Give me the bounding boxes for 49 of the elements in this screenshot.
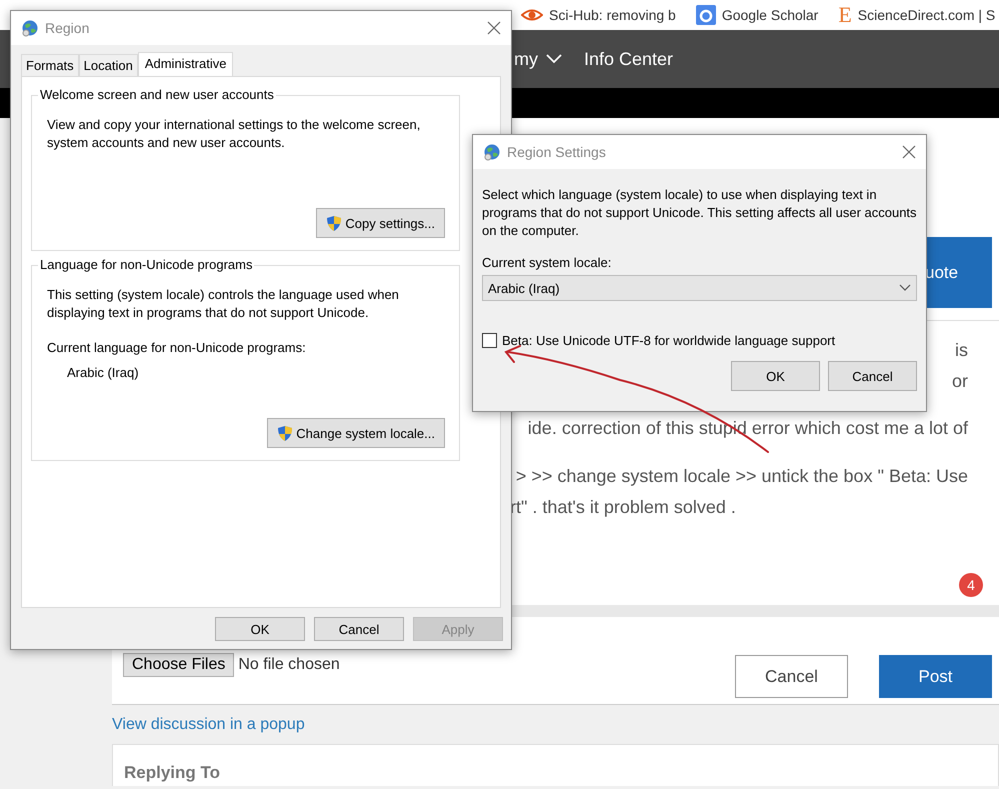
nav-link[interactable]: Info Center [584, 48, 674, 70]
bookmark-label: ScienceDirect.com | S [858, 7, 996, 23]
window-title: Region Settings [507, 144, 606, 160]
checkbox[interactable] [482, 333, 497, 348]
bookmark[interactable]: E ScienceDirect.com | S [838, 2, 996, 28]
dialog-description: Select which language (system locale) to use when displaying text in programs that do not support Unicode. This setting affects all user accounts on the computer. [482, 186, 917, 240]
body-text: is [955, 339, 968, 362]
window-title: Region [45, 20, 90, 36]
cancel-button[interactable]: Cancel [735, 655, 848, 698]
group-description: This setting (system locale) controls the language used when displaying text in programs that do not support Unicode. [47, 286, 400, 322]
dialog-button[interactable]: OK [731, 361, 820, 391]
bookmark-label: Sci-Hub: removing b [549, 7, 676, 23]
checkbox-label: Beta: Use Unicode UTF-8 for worldwide language support [502, 333, 836, 348]
chevron-down-icon [899, 284, 911, 292]
shield-button[interactable]: Change system locale... [267, 418, 445, 448]
dialog-button[interactable]: Cancel [828, 361, 917, 391]
locale-dropdown[interactable]: Arabic (Iraq) [482, 275, 917, 301]
group-title: Welcome screen and new user accounts [38, 87, 276, 102]
bookmark-logo: E [838, 2, 852, 28]
section-heading: Replying To [124, 763, 222, 783]
nav-link[interactable]: my [514, 48, 538, 70]
file-status: No file chosen [238, 656, 340, 674]
bookmark[interactable]: Google Scholar [696, 5, 818, 25]
tab[interactable]: Administrative [138, 52, 234, 76]
field-label: Current language for non-Unicode programs: [47, 340, 307, 355]
close-icon[interactable] [487, 21, 501, 35]
group-title: Language for non-Unicode programs [38, 257, 254, 272]
field-label: Current system locale: [482, 255, 612, 270]
post-button[interactable]: Post [879, 655, 992, 698]
shield-icon [326, 214, 342, 232]
shield-button[interactable]: Copy settings... [316, 208, 445, 238]
field-value: Arabic (Iraq) [67, 365, 140, 380]
tab[interactable]: Location [78, 54, 138, 76]
globe-icon [483, 143, 501, 161]
shield-icon [277, 424, 294, 442]
globe-icon [21, 19, 39, 37]
bookmark[interactable]: Sci-Hub: removing b [521, 6, 676, 24]
popup-link[interactable]: View discussion in a popup [112, 716, 305, 734]
body-text: or [952, 370, 968, 393]
body-text: > >> change system locale >> untick the box " Beta: Use [516, 465, 968, 488]
count-badge: 4 [959, 573, 983, 597]
dialog-button[interactable]: OK [215, 617, 305, 641]
dialog-button[interactable]: Cancel [314, 617, 404, 641]
bookmark-label: Google Scholar [722, 7, 818, 23]
choose-files-button[interactable]: Choose Files [123, 653, 234, 677]
tab[interactable]: Formats [21, 54, 79, 76]
group-description: View and copy your international settings to the welcome screen, system accounts and new user accounts. [47, 116, 422, 152]
scholar-icon [696, 5, 716, 25]
close-icon[interactable] [902, 145, 916, 159]
